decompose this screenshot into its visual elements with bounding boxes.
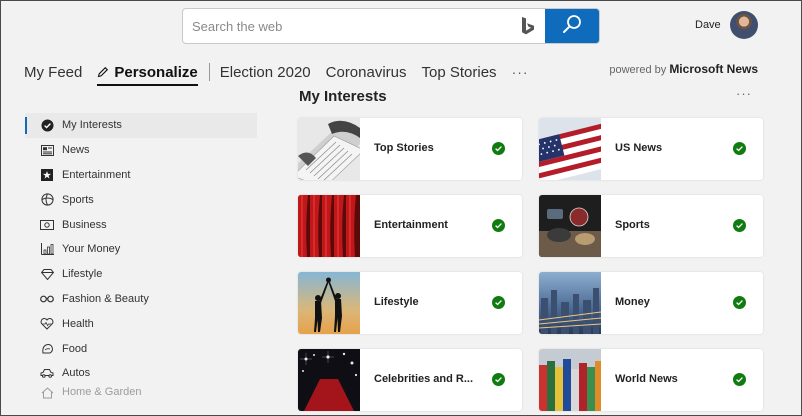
nav-coronavirus[interactable]: Coronavirus	[326, 64, 407, 81]
card-label: US News	[615, 142, 663, 154]
interest-card-celebrities[interactable]: Celebrities and R...	[298, 349, 522, 411]
check-icon[interactable]	[492, 296, 505, 309]
nav-more-button[interactable]: ···	[512, 64, 529, 80]
sidebar-item-label: Fashion & Beauty	[62, 292, 149, 305]
sidebar-item-label: Sports	[62, 193, 94, 206]
search-input[interactable]	[183, 9, 513, 43]
bing-logo-icon	[520, 16, 536, 36]
sidebar-item-label: My Interests	[62, 119, 122, 132]
section-more-button[interactable]: ···	[736, 86, 752, 101]
nav-divider	[208, 63, 210, 81]
pencil-icon	[97, 66, 109, 78]
ball-icon	[40, 193, 54, 207]
check-icon[interactable]	[733, 219, 746, 232]
nav-election-2020[interactable]: Election 2020	[220, 64, 311, 81]
sidebar-item-news[interactable]: News	[25, 138, 257, 163]
search-icon	[562, 14, 582, 39]
sidebar-item-lifestyle[interactable]: Lifestyle	[25, 262, 257, 287]
nav-personalize[interactable]: Personalize	[97, 63, 199, 86]
card-thumbnail	[298, 118, 360, 180]
sidebar-item-health[interactable]: Health	[25, 311, 257, 336]
card-thumbnail	[539, 349, 601, 411]
powered-by-brand[interactable]: Microsoft News	[669, 62, 758, 76]
sidebar-item-label: Lifestyle	[62, 268, 103, 281]
nav-top-stories[interactable]: Top Stories	[422, 64, 497, 81]
powered-by: powered by Microsoft News	[609, 62, 758, 76]
sidebar-item-sports[interactable]: Sports	[25, 187, 257, 212]
sidebar-item-label: Autos	[62, 367, 91, 380]
card-label: Money	[615, 296, 650, 308]
check-icon[interactable]	[733, 142, 746, 155]
search-box	[182, 8, 600, 44]
sidebar-item-entertainment[interactable]: Entertainment	[25, 163, 257, 188]
sidebar-item-food[interactable]: Food	[25, 336, 257, 361]
avatar[interactable]	[730, 11, 758, 39]
diamond-icon	[40, 267, 54, 281]
nav-personalize-label: Personalize	[114, 63, 198, 81]
card-label: Top Stories	[374, 142, 434, 154]
card-thumbnail	[539, 272, 601, 334]
sidebar-item-your-money[interactable]: Your Money	[25, 237, 257, 262]
sidebar: My Interests News Entertainment Sports B…	[25, 113, 257, 404]
check-icon[interactable]	[733, 296, 746, 309]
search-button[interactable]	[545, 9, 599, 43]
sidebar-item-label: Health	[62, 317, 94, 330]
sidebar-item-label: Home & Garden	[62, 385, 142, 398]
card-thumbnail	[539, 195, 601, 257]
nav-bar: My Feed Personalize Election 2020 Corona…	[24, 61, 529, 86]
sidebar-item-label: Business	[62, 218, 107, 231]
sidebar-item-label: Entertainment	[62, 168, 131, 181]
card-label: World News	[615, 373, 678, 385]
top-bar: Dave My Feed Personalize Election 2020 C…	[1, 1, 801, 89]
sidebar-item-label: News	[62, 144, 90, 157]
interest-card-us-news[interactable]: US News	[539, 118, 763, 180]
sidebar-item-fashion-beauty[interactable]: Fashion & Beauty	[25, 287, 257, 312]
sidebar-item-label: Food	[62, 342, 88, 355]
sidebar-item-my-interests[interactable]: My Interests	[25, 113, 257, 138]
interest-card-entertainment[interactable]: Entertainment	[298, 195, 522, 257]
home-icon	[40, 386, 54, 400]
car-icon	[40, 366, 54, 380]
interest-card-money[interactable]: Money	[539, 272, 763, 334]
user-name[interactable]: Dave	[695, 19, 721, 31]
sidebar-item-home-garden[interactable]: Home & Garden	[25, 386, 257, 404]
interest-card-top-stories[interactable]: Top Stories	[298, 118, 522, 180]
section-title: My Interests	[299, 88, 387, 105]
check-circle-icon	[40, 118, 54, 132]
sidebar-item-business[interactable]: Business	[25, 212, 257, 237]
food-icon	[40, 342, 54, 356]
interest-card-lifestyle[interactable]: Lifestyle	[298, 272, 522, 334]
card-label: Celebrities and R...	[374, 373, 474, 385]
card-label: Lifestyle	[374, 296, 419, 308]
star-icon	[40, 168, 54, 182]
nav-my-feed[interactable]: My Feed	[24, 64, 82, 81]
card-thumbnail	[298, 349, 360, 411]
heart-pulse-icon	[40, 317, 54, 331]
check-icon[interactable]	[492, 219, 505, 232]
sidebar-item-label: Your Money	[62, 243, 121, 256]
interest-card-sports[interactable]: Sports	[539, 195, 763, 257]
glasses-icon	[40, 292, 54, 306]
bar-chart-icon	[40, 242, 54, 256]
card-label: Entertainment	[374, 219, 448, 231]
money-icon	[40, 218, 54, 232]
check-icon[interactable]	[492, 142, 505, 155]
interest-card-world-news[interactable]: World News	[539, 349, 763, 411]
card-label: Sports	[615, 219, 650, 231]
powered-by-prefix: powered by	[609, 64, 667, 76]
check-icon[interactable]	[492, 373, 505, 386]
card-thumbnail	[298, 272, 360, 334]
sidebar-item-autos[interactable]: Autos	[25, 361, 257, 386]
card-thumbnail	[298, 195, 360, 257]
card-thumbnail	[539, 118, 601, 180]
newspaper-icon	[40, 143, 54, 157]
check-icon[interactable]	[733, 373, 746, 386]
